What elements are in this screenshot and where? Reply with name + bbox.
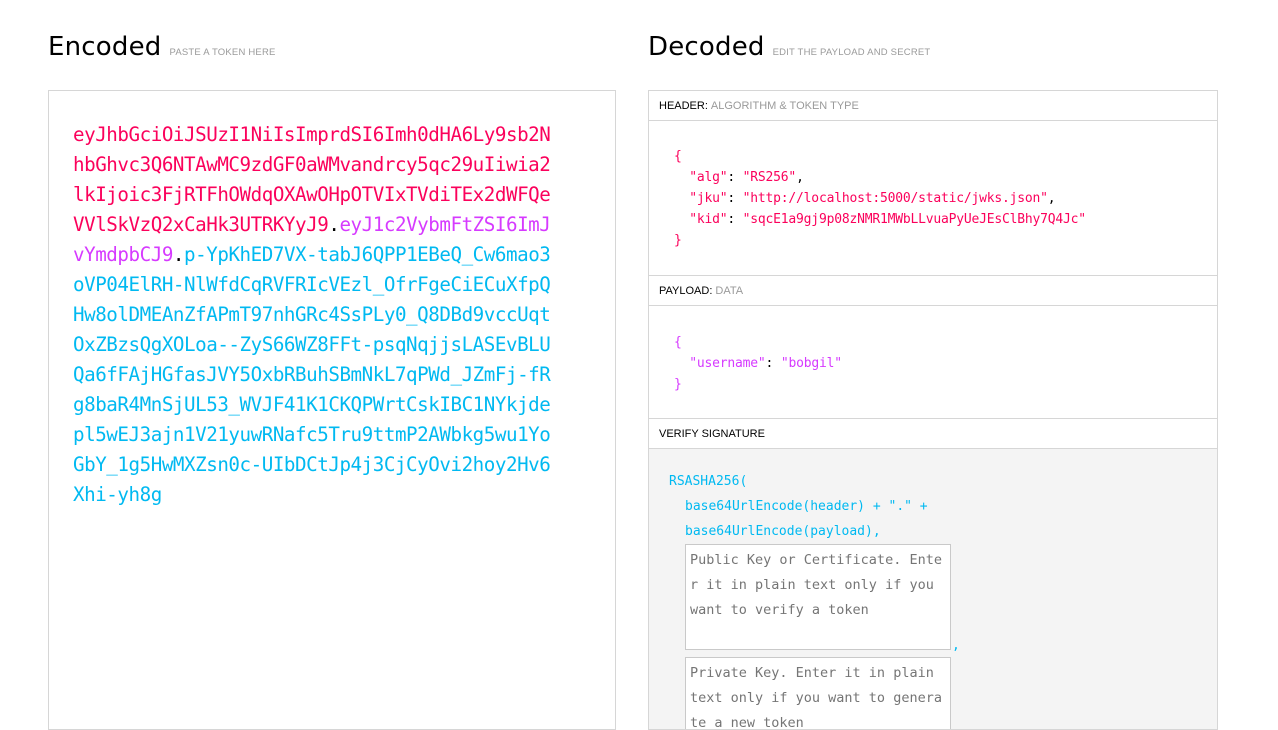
- header-key-jku: "jku": [689, 191, 728, 206]
- header-key-alg: "alg": [689, 170, 728, 185]
- signature-section-title: VERIFY SIGNATURE: [649, 419, 1217, 449]
- token-signature-part: p-YpKhED7VX-tabJ6QPP1EBeQ_Cw6mao3oVP04El…: [73, 243, 551, 506]
- payload-open-brace: {: [674, 335, 682, 350]
- signature-fn-open: RSASHA256(: [669, 474, 748, 489]
- payload-json[interactable]: { "username": "bobgil" }: [674, 332, 842, 395]
- signature-formula: RSASHA256( base64UrlEncode(header) + "."…: [669, 469, 928, 544]
- header-section-title: HEADER: ALGORITHM & TOKEN TYPE: [649, 91, 1217, 121]
- decoded-heading: Decoded EDIT THE PAYLOAD AND SECRET: [648, 32, 930, 62]
- payload-value-username: "bobgil": [780, 356, 842, 371]
- header-label: HEADER:: [659, 100, 708, 112]
- payload-close-brace: }: [674, 377, 682, 392]
- payload-key-username: "username": [689, 356, 766, 371]
- encoded-token-editor[interactable]: eyJhbGciOiJSUzI1NiIsImprdSI6Imh0dHA6Ly9s…: [48, 90, 616, 730]
- signature-label: VERIFY SIGNATURE: [659, 428, 765, 440]
- private-key-input[interactable]: [685, 657, 951, 729]
- signature-comma: ,: [952, 638, 960, 653]
- header-value-alg: "RS256": [742, 170, 797, 185]
- header-value-kid: "sqcE1a9gj9p08zNMR1MWbLLvuaPyUeJEsClBhy7…: [742, 212, 1086, 227]
- decoded-panel: HEADER: ALGORITHM & TOKEN TYPE { "alg": "…: [648, 90, 1218, 730]
- signature-panel: RSASHA256( base64UrlEncode(header) + "."…: [649, 449, 1217, 729]
- header-sublabel: ALGORITHM & TOKEN TYPE: [710, 100, 859, 112]
- encoded-title: Encoded: [48, 32, 162, 62]
- payload-section-title: PAYLOAD: DATA: [649, 276, 1217, 306]
- payload-json-editor[interactable]: { "username": "bobgil" }: [649, 306, 1217, 419]
- header-json[interactable]: { "alg": "RS256", "jku": "http://localho…: [674, 146, 1086, 251]
- public-key-input[interactable]: [685, 544, 951, 650]
- decoded-subtitle: EDIT THE PAYLOAD AND SECRET: [772, 47, 931, 58]
- token-dot-2: .: [172, 243, 185, 266]
- signature-line-payload: base64UrlEncode(payload),: [685, 524, 881, 539]
- header-key-kid: "kid": [689, 212, 728, 227]
- encoded-token-text[interactable]: eyJhbGciOiJSUzI1NiIsImprdSI6Imh0dHA6Ly9s…: [73, 120, 559, 510]
- payload-sublabel: DATA: [715, 285, 744, 297]
- decoded-title: Decoded: [648, 32, 765, 62]
- encoded-subtitle: PASTE A TOKEN HERE: [169, 47, 276, 58]
- token-dot-1: .: [328, 213, 340, 236]
- header-open-brace: {: [674, 149, 682, 164]
- signature-line-header: base64UrlEncode(header) + "." +: [685, 499, 928, 514]
- encoded-heading: Encoded PASTE A TOKEN HERE: [48, 32, 276, 62]
- header-close-brace: }: [674, 233, 682, 248]
- payload-label: PAYLOAD:: [659, 285, 713, 297]
- header-value-jku: "http://localhost:5000/static/jwks.json": [742, 191, 1048, 206]
- header-json-editor[interactable]: { "alg": "RS256", "jku": "http://localho…: [649, 121, 1217, 276]
